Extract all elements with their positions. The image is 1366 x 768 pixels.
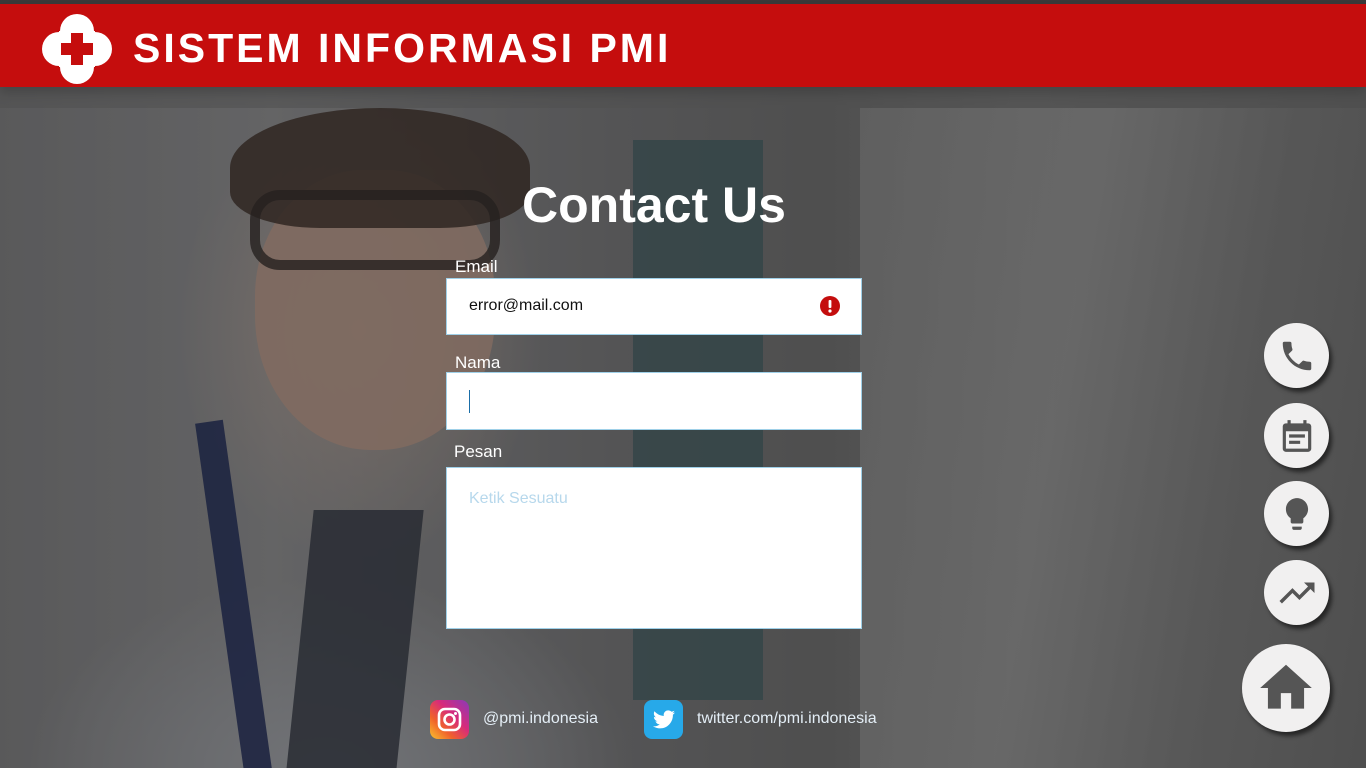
app-title: SISTEM INFORMASI PMI	[133, 25, 672, 71]
phone-button[interactable]	[1264, 323, 1329, 388]
idea-button[interactable]	[1264, 481, 1329, 546]
home-button[interactable]	[1242, 644, 1330, 732]
page-title: Contact Us	[522, 177, 786, 233]
app-header: SISTEM INFORMASI PMI	[0, 4, 1366, 87]
header-shadow-strip	[0, 87, 1366, 108]
instagram-handle: @pmi.indonesia	[483, 710, 598, 727]
phone-icon	[1282, 341, 1311, 370]
home-icon	[1260, 664, 1312, 709]
pesan-label: Pesan	[454, 442, 503, 461]
trend-button[interactable]	[1264, 560, 1329, 625]
pesan-placeholder: Ketik Sesuatu	[469, 490, 568, 507]
email-field[interactable]: error@mail.com	[446, 278, 862, 335]
nama-field[interactable]	[446, 372, 862, 430]
text-caret	[469, 390, 470, 413]
email-label: Email	[455, 257, 498, 276]
calendar-icon	[1282, 419, 1311, 452]
error-icon	[820, 296, 840, 316]
instagram-icon	[430, 699, 469, 739]
twitter-link[interactable]: twitter.com/pmi.indonesia	[644, 699, 877, 739]
instagram-link[interactable]: @pmi.indonesia	[430, 699, 598, 739]
email-value: error@mail.com	[469, 297, 584, 314]
twitter-icon	[644, 699, 683, 739]
trending-up-icon	[1279, 582, 1314, 603]
calendar-button[interactable]	[1264, 403, 1329, 468]
twitter-url: twitter.com/pmi.indonesia	[697, 710, 877, 727]
pesan-textarea[interactable]: Ketik Sesuatu	[446, 467, 862, 629]
red-cross-icon	[42, 14, 112, 84]
lightbulb-icon	[1285, 497, 1308, 530]
nama-label: Nama	[455, 353, 501, 372]
